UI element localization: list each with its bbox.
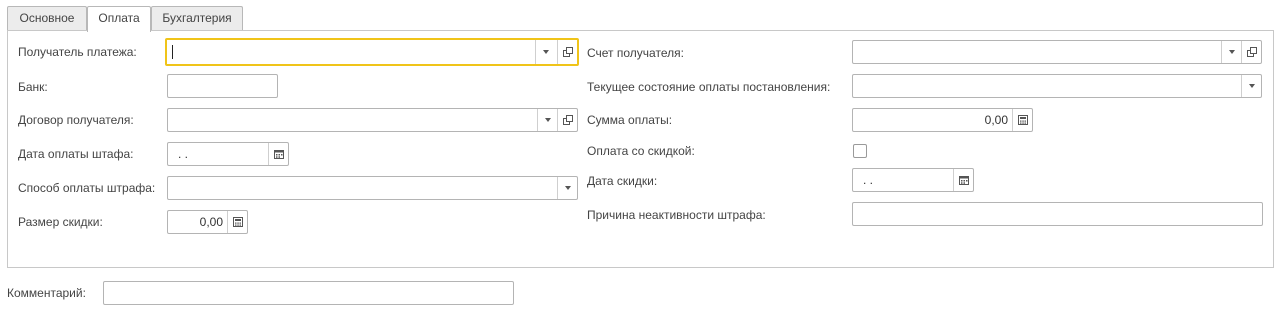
fine-payment-method-field[interactable] xyxy=(167,176,578,200)
calendar-icon xyxy=(958,176,969,185)
open-form-icon xyxy=(562,115,573,125)
fine-payment-date-calendar-button[interactable] xyxy=(268,143,288,165)
discount-size-calculator-button[interactable] xyxy=(227,211,247,233)
recipient-account-dropdown-button[interactable] xyxy=(1221,41,1241,63)
fine-payment-method-dropdown-button[interactable] xyxy=(557,177,577,199)
contract-dropdown-button[interactable] xyxy=(537,109,557,131)
discount-size-value: 0,00 xyxy=(199,215,223,229)
tab-accounting-label: Бухгалтерия xyxy=(162,11,232,25)
fine-payment-date-field[interactable]: . . xyxy=(167,142,289,166)
recipient-dropdown-button[interactable] xyxy=(535,40,555,64)
recipient-account-open-button[interactable] xyxy=(1241,41,1261,63)
recipient-account-label: Счет получателя: xyxy=(587,46,684,60)
calculator-icon xyxy=(1017,115,1028,125)
fine-payment-date-label: Дата оплаты штафа: xyxy=(18,147,134,161)
text-caret xyxy=(172,45,173,59)
payment-amount-value: 0,00 xyxy=(984,113,1008,127)
chevron-down-icon xyxy=(542,50,549,54)
recipient-label: Получатель платежа: xyxy=(18,45,137,59)
tab-main-label: Основное xyxy=(19,11,75,25)
paid-with-discount-label: Оплата со скидкой: xyxy=(587,144,695,158)
tab-payment[interactable]: Оплата xyxy=(87,6,151,32)
bank-field[interactable] xyxy=(167,74,278,98)
open-form-icon xyxy=(1246,47,1257,57)
discount-size-field[interactable]: 0,00 xyxy=(167,210,248,234)
tab-accounting[interactable]: Бухгалтерия xyxy=(151,6,243,31)
comment-label: Комментарий: xyxy=(7,286,86,300)
discount-date-calendar-button[interactable] xyxy=(953,169,973,191)
chevron-down-icon xyxy=(544,118,551,122)
discount-date-value: . . xyxy=(863,173,874,187)
payment-amount-field[interactable]: 0,00 xyxy=(852,108,1033,132)
current-payment-state-label: Текущее состояние оплаты постановления: xyxy=(587,80,831,94)
recipient-field[interactable] xyxy=(165,38,579,66)
current-payment-state-field[interactable] xyxy=(852,74,1262,98)
chevron-down-icon xyxy=(564,186,571,190)
discount-date-field[interactable]: . . xyxy=(852,168,974,192)
fine-inactivity-reason-label: Причина неактивности штрафа: xyxy=(587,208,766,222)
payment-amount-label: Сумма оплаты: xyxy=(587,113,673,127)
calendar-icon xyxy=(273,150,284,159)
current-payment-state-dropdown-button[interactable] xyxy=(1241,75,1261,97)
paid-with-discount-checkbox[interactable] xyxy=(853,144,867,158)
comment-field[interactable] xyxy=(103,281,514,305)
chevron-down-icon xyxy=(1248,84,1255,88)
fine-payment-method-label: Способ оплаты штрафа: xyxy=(18,181,156,195)
tab-main[interactable]: Основное xyxy=(7,6,87,31)
tab-payment-label: Оплата xyxy=(98,11,140,25)
contract-open-button[interactable] xyxy=(557,109,577,131)
recipient-open-button[interactable] xyxy=(557,40,577,64)
open-form-icon xyxy=(562,47,573,57)
chevron-down-icon xyxy=(1228,50,1235,54)
fine-inactivity-reason-field[interactable] xyxy=(852,202,1263,226)
contract-field[interactable] xyxy=(167,108,578,132)
discount-date-label: Дата скидки: xyxy=(587,174,658,188)
recipient-account-field[interactable] xyxy=(852,40,1262,64)
discount-size-label: Размер скидки: xyxy=(18,215,103,229)
calculator-icon xyxy=(232,217,243,227)
fine-payment-date-value: . . xyxy=(178,147,189,161)
bank-label: Банк: xyxy=(18,80,48,94)
contract-label: Договор получателя: xyxy=(18,113,134,127)
payment-amount-calculator-button[interactable] xyxy=(1012,109,1032,131)
